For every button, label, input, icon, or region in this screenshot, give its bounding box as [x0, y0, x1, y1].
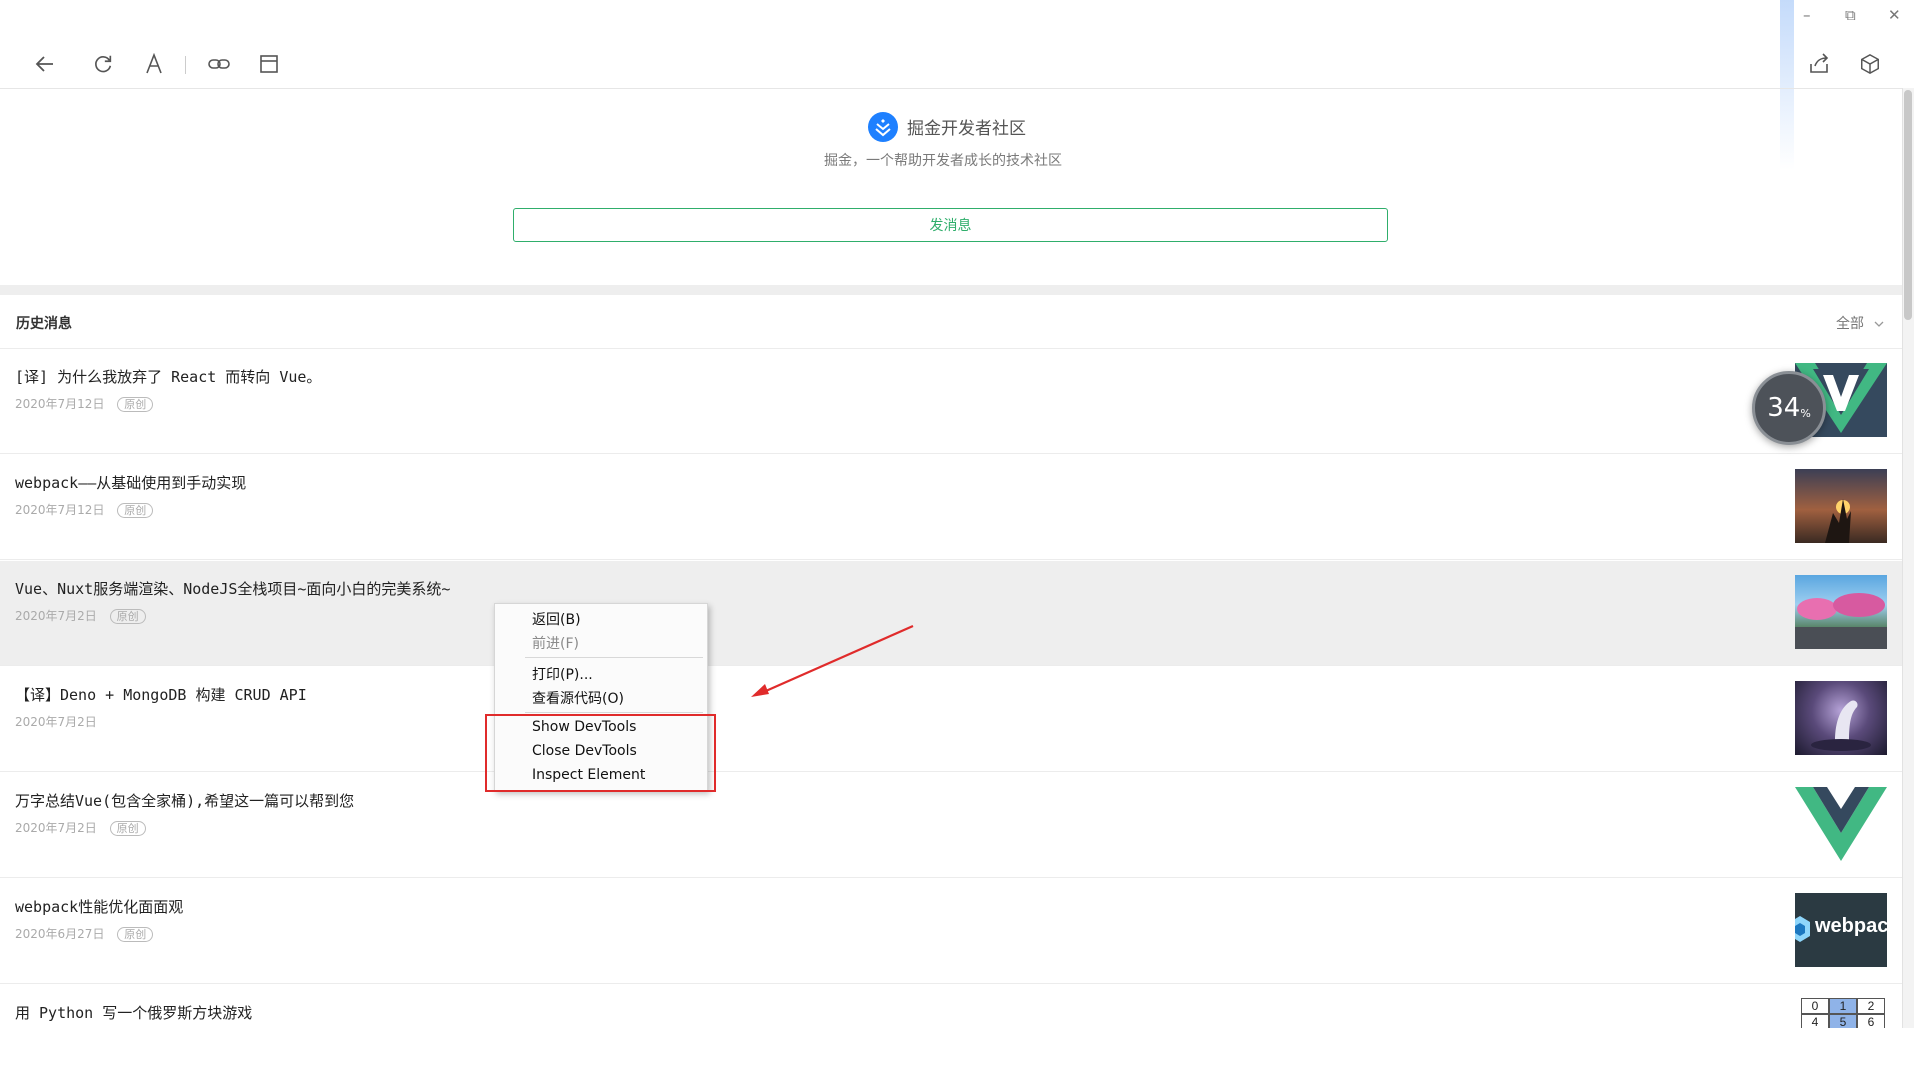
article-title[interactable]: 用 Python 写一个俄罗斯方块游戏 [15, 1002, 252, 1023]
article-row[interactable]: 【译】Deno + MongoDB 构建 CRUD API 2020年7月2日 [0, 667, 1902, 772]
webpack-logo-thumbnail: webpac [1795, 893, 1887, 967]
annotation-arrow [751, 624, 914, 697]
article-date: 2020年7月2日 [15, 713, 97, 730]
menu-item-forward: 前进(F) [532, 636, 579, 652]
cube-icon[interactable] [1856, 50, 1884, 78]
annotation-highlight-box [485, 714, 716, 792]
article-date: 2020年7月2日 原创 [15, 819, 146, 836]
toolbar-separator [185, 56, 186, 74]
article-title[interactable]: webpack性能优化面面观 [15, 896, 183, 917]
article-title[interactable]: Vue、Nuxt服务端渲染、NodeJS全栈项目~面向小白的完美系统~ [15, 578, 450, 599]
article-row[interactable]: [译] 为什么我放弃了 React 而转向 Vue。 2020年7月12日 原创 [0, 349, 1902, 454]
font-icon[interactable] [140, 50, 168, 78]
link-icon[interactable] [205, 50, 233, 78]
article-row[interactable]: webpack性能优化面面观 2020年6月27日 原创 webpac [0, 879, 1902, 984]
dinosaur-night-thumbnail [1795, 681, 1887, 755]
article-date: 2020年7月12日 原创 [15, 395, 154, 412]
article-date-text: 2020年7月12日 [15, 503, 105, 517]
original-badge: 原创 [109, 821, 146, 836]
vue-large-logo-thumbnail [1795, 787, 1887, 861]
filter-label: 全部 [1836, 316, 1864, 332]
back-arrow-icon[interactable] [31, 50, 59, 78]
toolbar [0, 0, 1902, 89]
progress-unit: % [1800, 406, 1811, 420]
menu-separator [525, 657, 703, 658]
article-date: 2020年7月2日 原创 [15, 607, 146, 624]
article-date-text: 2020年7月2日 [15, 821, 97, 835]
menu-separator [525, 712, 703, 713]
original-badge: 原创 [109, 609, 146, 624]
article-row-hovered[interactable]: Vue、Nuxt服务端渲染、NodeJS全栈项目~面向小白的完美系统~ 2020… [0, 561, 1902, 666]
site-title: 掘金开发者社区 [907, 119, 1026, 139]
original-badge: 原创 [117, 397, 154, 412]
article-title[interactable]: webpack——从基础使用到手动实现 [15, 472, 246, 493]
menu-item-view-source[interactable]: 查看源代码(O) [532, 688, 624, 708]
share-icon[interactable] [1805, 50, 1833, 78]
article-date-text: 2020年6月27日 [15, 927, 105, 941]
history-title: 历史消息 [16, 316, 72, 332]
menu-item-print[interactable]: 打印(P)... [532, 664, 593, 684]
article-date: 2020年6月27日 原创 [15, 925, 154, 942]
menu-item-back[interactable]: 返回(B) [532, 609, 581, 629]
send-message-button[interactable]: 发消息 [513, 208, 1388, 242]
webpack-wordmark: webpac [1815, 915, 1887, 937]
progress-badge: 34% [1752, 371, 1826, 445]
article-row[interactable]: 万字总结Vue(包含全家桶),希望这一篇可以帮到您 2020年7月2日 原创 [0, 773, 1902, 878]
article-row[interactable]: 用 Python 写一个俄罗斯方块游戏 0 1 2 4 5 6 [0, 985, 1902, 1090]
original-badge: 原创 [117, 503, 154, 518]
juejin-logo-icon [868, 112, 898, 142]
article-title[interactable]: [译] 为什么我放弃了 React 而转向 Vue。 [15, 366, 321, 387]
article-date-text: 2020年7月2日 [15, 609, 97, 623]
refresh-icon[interactable] [89, 50, 117, 78]
scrollbar-thumb[interactable] [1904, 90, 1912, 320]
filter-dropdown[interactable]: 全部 [1836, 313, 1884, 333]
pink-trees-thumbnail [1795, 575, 1887, 649]
window-icon[interactable] [255, 50, 283, 78]
article-date-text: 2020年7月2日 [15, 715, 97, 729]
sunset-hand-thumbnail [1795, 469, 1887, 543]
progress-value: 34 [1767, 393, 1801, 423]
site-subtitle: 掘金，一个帮助开发者成长的技术社区 [824, 153, 1062, 169]
section-divider [0, 285, 1902, 295]
article-title[interactable]: 【译】Deno + MongoDB 构建 CRUD API [15, 684, 307, 705]
article-row[interactable]: webpack——从基础使用到手动实现 2020年7月12日 原创 [0, 455, 1902, 560]
grid-numbers-thumbnail: 0 1 2 4 5 6 [1795, 998, 1887, 1028]
article-date-text: 2020年7月12日 [15, 397, 105, 411]
original-badge: 原创 [117, 927, 154, 942]
chevron-down-icon [1874, 321, 1884, 327]
article-title[interactable]: 万字总结Vue(包含全家桶),希望这一篇可以帮到您 [15, 790, 354, 811]
article-date: 2020年7月12日 原创 [15, 501, 154, 518]
